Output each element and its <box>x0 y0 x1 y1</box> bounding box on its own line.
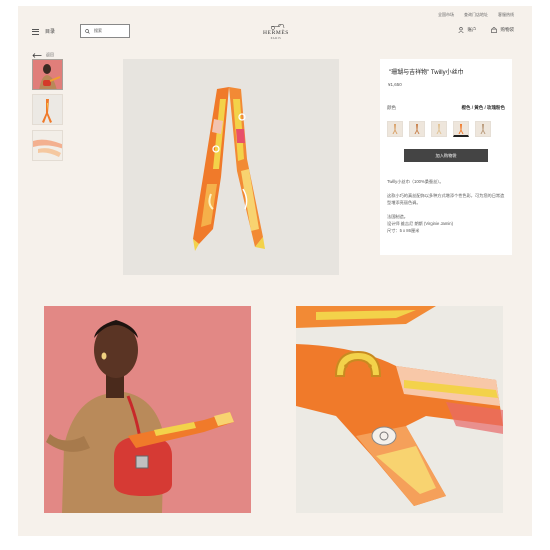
util-link-market[interactable]: 全国市场 <box>438 12 454 18</box>
main-product-image <box>123 59 339 275</box>
util-link-service[interactable]: 客服热线 <box>498 12 514 18</box>
utility-links: 全国市场 查询门店地址 客服热线 <box>438 12 514 18</box>
arrow-left-icon <box>32 52 42 58</box>
menu-icon <box>32 28 39 35</box>
brand-city: PARIS <box>270 36 282 40</box>
product-page: 全国市场 查询门店地址 客服热线 目录 搜索 HERMÈS PARIS 账户 购… <box>18 6 532 536</box>
thumbnail-2[interactable] <box>32 94 63 125</box>
thumbnail-model-image <box>33 60 62 89</box>
bag-icon <box>490 27 497 33</box>
size: 尺寸：5 x 86厘米 <box>387 228 420 233</box>
scarf-variant-icon <box>480 124 486 134</box>
color-value: 橙色 / 黄色 / 玫瑰粉色 <box>461 105 505 110</box>
scarf-closeup-image <box>296 306 503 513</box>
color-label: 颜色 <box>387 105 396 110</box>
bag-button[interactable]: 购物袋 <box>490 27 515 33</box>
model-with-bag-image <box>44 306 251 513</box>
account-icon <box>457 27 464 33</box>
carriage-logo-icon <box>271 24 285 30</box>
product-info-panel: "珊瑚与吉祥物" Twilly小丝巾 ¥1,650 颜色 橙色 / 黄色 / 玫… <box>380 59 512 255</box>
scarf-variant-icon <box>392 124 398 134</box>
color-swatch-3[interactable] <box>431 121 447 137</box>
back-label: 返回 <box>46 52 54 57</box>
util-link-store[interactable]: 查询门店地址 <box>464 12 488 18</box>
header-actions: 账户 购物袋 <box>457 27 515 33</box>
scarf-variant-icon <box>436 124 442 134</box>
thumbnail-scarf-image <box>33 95 62 124</box>
add-to-bag-button[interactable]: 加入购物袋 <box>404 149 488 162</box>
scarf-variant-icon <box>414 124 420 134</box>
twilly-scarf-image <box>123 59 339 275</box>
color-swatch-1[interactable] <box>387 121 403 137</box>
color-row: 颜色 橙色 / 黄色 / 玫瑰粉色 <box>387 105 505 111</box>
account-button[interactable]: 账户 <box>457 27 477 33</box>
brand-logo[interactable]: HERMÈS PARIS <box>258 22 294 40</box>
thumbnail-1[interactable] <box>32 59 63 90</box>
thumbnail-detail-image <box>33 131 62 160</box>
product-title: "珊瑚与吉祥物" Twilly小丝巾 <box>389 70 464 76</box>
product-description: Twilly小丝巾（100%桑蚕丝）。 这款小巧的真丝配饰以多种方式增添个性色彩… <box>387 178 505 234</box>
made-in: 法国制造。 <box>387 214 408 219</box>
color-swatch-5[interactable] <box>475 121 491 137</box>
designer: 设计师 维吉尼 朗斯 (Virginie Jamin) <box>387 221 454 226</box>
search-input[interactable]: 搜索 <box>80 24 130 38</box>
lifestyle-model-image <box>44 306 251 513</box>
color-swatches <box>387 121 505 137</box>
description-material: Twilly小丝巾（100%桑蚕丝）。 <box>387 179 444 184</box>
color-swatch-4-selected[interactable] <box>453 121 469 137</box>
menu-label: 目录 <box>45 29 56 35</box>
bag-label: 购物袋 <box>500 27 515 32</box>
search-placeholder: 搜索 <box>94 28 102 33</box>
lifestyle-scarf-detail-image <box>296 306 503 513</box>
search-icon <box>85 28 90 34</box>
color-swatch-2[interactable] <box>409 121 425 137</box>
back-link[interactable]: 返回 <box>32 52 54 58</box>
account-label: 账户 <box>467 27 477 32</box>
thumbnail-3[interactable] <box>32 130 63 161</box>
description-usage: 这款小巧的真丝配饰以多种方式增添个性色彩，可为您的日常造型增添亮丽色调。 <box>387 193 505 205</box>
menu-button[interactable]: 目录 <box>32 28 55 35</box>
product-price: ¥1,650 <box>388 82 402 87</box>
scarf-variant-icon <box>458 123 464 134</box>
